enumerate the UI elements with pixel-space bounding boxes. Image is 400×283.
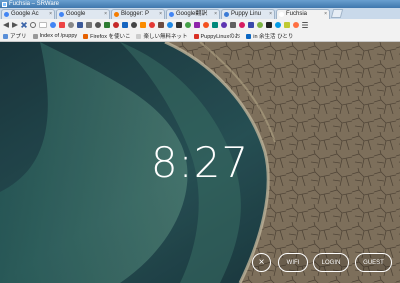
tab-label: Puppy Linu xyxy=(231,11,262,17)
extension-icon[interactable] xyxy=(293,22,299,28)
bookmark-favicon-icon xyxy=(83,33,89,39)
bookmark-icon[interactable] xyxy=(86,22,92,28)
tab-close-icon[interactable]: × xyxy=(104,10,107,19)
tab-3[interactable]: Google翻訳 × xyxy=(166,9,220,19)
bookmark-label: Index of /puppy xyxy=(39,33,78,39)
bookmark-item[interactable]: アプリ xyxy=(3,32,27,40)
extension-icon[interactable] xyxy=(95,22,101,28)
bookmarks-bar: アプリ Index of /puppy Firefox を使いこ 楽しい無料ネット Pu… xyxy=(0,31,400,42)
tab-close-icon[interactable]: × xyxy=(214,10,217,19)
extension-icon[interactable] xyxy=(239,22,245,28)
tab-close-icon[interactable]: × xyxy=(49,10,52,19)
extension-icon[interactable] xyxy=(248,22,254,28)
browser-window: Fuchsia – SRWare Google Ac × Google × Blogge… xyxy=(0,0,400,283)
address-bar-placeholder[interactable] xyxy=(39,22,47,28)
tab-4[interactable]: Puppy Linu × xyxy=(221,9,275,19)
tab-favicon-icon xyxy=(4,12,9,17)
wifi-label: WIFI xyxy=(286,259,300,266)
tab-5[interactable]: Fuchsia × xyxy=(276,9,330,19)
extension-icon[interactable] xyxy=(221,22,227,28)
extension-icon[interactable] xyxy=(230,22,236,28)
google-icon[interactable] xyxy=(50,22,56,28)
extension-icon[interactable] xyxy=(149,22,155,28)
bookmark-favicon-icon xyxy=(3,33,8,39)
facebook-icon[interactable] xyxy=(77,22,83,28)
tab-label: Blogger: P xyxy=(121,11,150,17)
bookmark-label: 楽しい無料ネット xyxy=(143,34,188,40)
extension-icon[interactable] xyxy=(176,22,182,28)
login-label: LOGIN xyxy=(321,259,341,266)
extension-icon[interactable] xyxy=(257,22,263,28)
extension-icon[interactable] xyxy=(194,22,200,28)
menu-icon[interactable] xyxy=(302,22,308,28)
bookmark-favicon-icon xyxy=(193,33,199,39)
extension-icon[interactable] xyxy=(158,22,164,28)
bookmark-item[interactable]: Firefox を使いこ xyxy=(83,32,130,40)
extension-icon[interactable] xyxy=(131,22,137,28)
bookmark-label: アプリ xyxy=(10,34,27,40)
guest-label: GUEST xyxy=(363,259,384,266)
close-button[interactable]: × xyxy=(252,253,271,272)
extension-icon[interactable] xyxy=(275,22,281,28)
forward-icon[interactable] xyxy=(12,22,18,28)
tab-label: Google Ac xyxy=(11,11,39,17)
extension-icon[interactable] xyxy=(59,22,65,28)
extension-icon[interactable] xyxy=(284,22,290,28)
stop-icon[interactable] xyxy=(21,22,27,28)
bookmark-label: in 余生活 ひとり xyxy=(253,34,294,40)
toolbar xyxy=(0,19,400,31)
extension-icon[interactable] xyxy=(104,22,110,28)
bookmark-item[interactable]: PuppyLinuxのお xyxy=(193,32,241,40)
clock-time: 8:27 xyxy=(150,138,250,187)
tab-close-icon[interactable]: × xyxy=(159,10,162,19)
bookmark-item[interactable]: 楽しい無料ネット xyxy=(136,32,188,40)
new-tab-button[interactable] xyxy=(330,9,344,18)
lockscreen-buttons: × WIFI LOGIN GUEST xyxy=(0,253,400,273)
tab-label: Google翻訳 xyxy=(176,11,208,17)
info-icon[interactable] xyxy=(30,22,36,28)
extension-icon[interactable] xyxy=(203,22,209,28)
tab-favicon-icon xyxy=(224,12,229,17)
bookmark-favicon-icon xyxy=(136,33,142,39)
tab-favicon-icon xyxy=(114,12,119,17)
window-title: Fuchsia – SRWare xyxy=(9,1,60,7)
extension-icon[interactable] xyxy=(185,22,191,28)
bookmark-item[interactable]: in 余生活 ひとり xyxy=(246,32,293,40)
tab-1[interactable]: Google × xyxy=(56,9,110,19)
settings-icon[interactable] xyxy=(68,22,74,28)
guest-button[interactable]: GUEST xyxy=(355,253,392,272)
bookmark-favicon-icon xyxy=(32,33,38,39)
extension-icon[interactable] xyxy=(140,22,146,28)
extension-icon[interactable] xyxy=(167,22,173,28)
tab-2[interactable]: Blogger: P × xyxy=(111,9,165,19)
tab-label: Fuchsia xyxy=(286,11,308,17)
extension-icon[interactable] xyxy=(212,22,218,28)
tab-label: Google xyxy=(66,11,86,17)
bookmark-item[interactable]: Index of /puppy xyxy=(32,33,78,39)
tab-favicon-icon xyxy=(279,12,284,17)
title-bar: Fuchsia – SRWare xyxy=(0,0,400,8)
bookmark-label: PuppyLinuxのお xyxy=(200,34,241,40)
wifi-button[interactable]: WIFI xyxy=(278,253,308,272)
bookmark-label: Firefox を使いこ xyxy=(90,34,131,40)
tab-strip: Google Ac × Google × Blogger: P × Google翻訳 × Pup… xyxy=(0,8,400,19)
extension-icon[interactable] xyxy=(113,22,119,28)
tab-close-icon[interactable]: × xyxy=(269,10,272,19)
tab-close-icon[interactable]: × xyxy=(324,10,327,19)
close-icon: × xyxy=(258,257,265,268)
bookmark-favicon-icon xyxy=(246,33,252,39)
app-icon xyxy=(2,1,7,7)
tab-favicon-icon xyxy=(169,12,174,17)
lockscreen: 8:27 × WIFI LOGIN GUEST xyxy=(0,42,400,283)
extension-icon[interactable] xyxy=(266,22,272,28)
back-icon[interactable] xyxy=(3,22,9,28)
tab-favicon-icon xyxy=(59,12,64,17)
tab-0[interactable]: Google Ac × xyxy=(1,9,55,19)
login-button[interactable]: LOGIN xyxy=(313,253,349,272)
extension-icon[interactable] xyxy=(122,22,128,28)
